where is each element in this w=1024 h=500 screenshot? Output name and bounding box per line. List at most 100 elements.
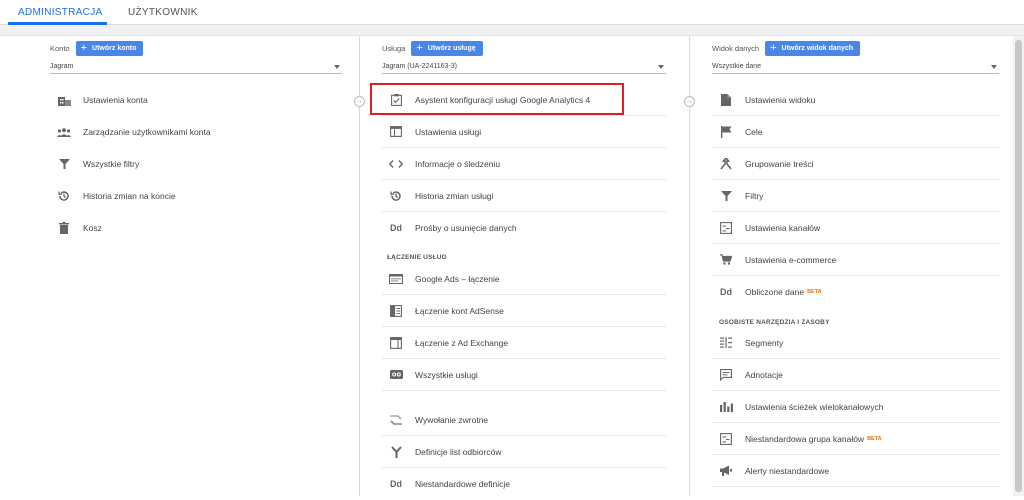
services-icon xyxy=(389,368,403,382)
building-icon xyxy=(57,93,71,107)
property-item-deletion-requests[interactable]: Dd Prośby o usunięcie danych xyxy=(382,212,666,244)
property-item-tracking[interactable]: Informacje o śledzeniu xyxy=(382,148,666,180)
property-item-label: Informacje o śledzeniu xyxy=(415,158,501,169)
users-icon xyxy=(57,125,71,139)
create-property-button[interactable]: + Utwórz usługę xyxy=(411,40,483,56)
view-item-content-grouping[interactable]: Grupowanie treści xyxy=(712,148,999,180)
account-item-settings[interactable]: Ustawienia konta xyxy=(50,84,342,116)
property-item-adsense[interactable]: Łączenie kont AdSense xyxy=(382,295,666,327)
view-item-filters[interactable]: Filtry xyxy=(712,180,999,212)
account-label: Konto xyxy=(50,43,70,53)
property-item-settings[interactable]: Ustawienia usługi xyxy=(382,116,666,148)
channels-icon xyxy=(719,221,733,235)
view-item-multichannel[interactable]: Ustawienia ścieżek wielokanałowych xyxy=(712,391,999,423)
account-item-label: Wszystkie filtry xyxy=(83,159,140,169)
view-item-label: Ustawienia ścieżek wielokanałowych xyxy=(745,401,884,412)
view-item-label: Grupowanie treści xyxy=(745,158,814,169)
property-item-label: Google Ads – łączenie xyxy=(415,273,500,284)
property-item-google-ads[interactable]: Google Ads – łączenie xyxy=(382,263,666,295)
postback-icon xyxy=(389,413,403,427)
ads-icon xyxy=(389,272,403,286)
property-item-label: Prośby o usunięcie danych xyxy=(415,223,517,233)
view-item-label: Ustawienia widoku xyxy=(745,94,816,105)
view-select[interactable]: Wszystkie dane xyxy=(712,60,999,74)
filter-icon xyxy=(719,189,733,203)
history-icon xyxy=(57,189,71,203)
view-item-calculated-metrics[interactable]: Dd Obliczone dane BETA xyxy=(712,276,999,308)
account-item-history[interactable]: Historia zmian na koncie xyxy=(50,180,342,212)
chevron-down-icon xyxy=(991,65,997,69)
view-item-settings[interactable]: Ustawienia widoku xyxy=(712,84,999,116)
dd-icon: Dd xyxy=(390,223,402,233)
account-item-users[interactable]: Zarządzanie użytkownikami konta xyxy=(50,116,342,148)
history-icon xyxy=(389,189,403,203)
beta-badge: BETA xyxy=(867,435,882,442)
property-item-label: Historia zmian usługi xyxy=(415,190,494,201)
cart-icon xyxy=(719,253,733,267)
filter-icon xyxy=(57,157,71,171)
grouping-icon xyxy=(719,157,733,171)
view-item-custom-alerts[interactable]: Alerty niestandardowe xyxy=(712,455,999,487)
property-item-label: Łączenie z Ad Exchange xyxy=(415,337,509,348)
property-item-history[interactable]: Historia zmian usługi xyxy=(382,180,666,212)
view-item-segments[interactable]: Segmenty xyxy=(712,327,999,359)
view-item-annotations[interactable]: Adnotacje xyxy=(712,359,999,391)
create-view-button[interactable]: + Utwórz widok danych xyxy=(765,40,861,56)
arrow-right-icon: → xyxy=(354,96,365,107)
view-label: Widok danych xyxy=(712,43,760,53)
tab-administracja[interactable]: ADMINISTRACJA xyxy=(18,7,102,18)
property-item-ad-exchange[interactable]: Łączenie z Ad Exchange xyxy=(382,327,666,359)
document-icon xyxy=(719,93,733,107)
account-item-label: Kosz xyxy=(83,223,102,233)
property-select-value: Jagram (UA-2241163-3) xyxy=(382,63,457,70)
account-select-value: Jagram xyxy=(50,63,74,70)
view-item-label: Obliczone dane xyxy=(745,287,805,297)
beta-badge: BETA xyxy=(807,289,822,295)
account-column: Konto + Utwórz konto Jagram Ustawienia k… xyxy=(50,36,342,496)
account-select[interactable]: Jagram xyxy=(50,60,342,74)
megaphone-icon xyxy=(719,464,733,478)
code-icon xyxy=(389,157,403,171)
view-column: Widok danych + Utwórz widok danych Wszys… xyxy=(712,36,999,496)
view-item-label: Niestandardowa grupa kanałów xyxy=(745,433,865,444)
tab-uzytkownik[interactable]: UŻYTKOWNIK xyxy=(128,7,198,18)
property-item-label: Definicje list odbiorców xyxy=(415,446,502,457)
segments-icon xyxy=(719,336,733,350)
view-item-channels[interactable]: Ustawienia kanałów xyxy=(712,212,999,244)
view-item-label: Cele xyxy=(745,126,763,137)
top-tabs: ADMINISTRACJA UŻYTKOWNIK xyxy=(0,0,1024,25)
account-item-label: Ustawienia konta xyxy=(83,95,148,105)
flag-icon xyxy=(719,125,733,139)
account-header: Konto + Utwórz konto xyxy=(50,40,144,56)
property-item-custom-definitions[interactable]: Dd Niestandardowe definicje xyxy=(382,468,666,500)
section-title: OSOBISTE NARZĘDZIA I ZASOBY xyxy=(719,319,830,326)
annotation-icon xyxy=(719,368,733,382)
view-header: Widok danych + Utwórz widok danych xyxy=(712,40,861,56)
trash-icon xyxy=(57,221,71,235)
view-item-ecommerce[interactable]: Ustawienia e-commerce xyxy=(712,244,999,276)
bars-icon xyxy=(719,400,733,414)
property-item-audience[interactable]: Definicje list odbiorców xyxy=(382,436,666,468)
arrow-right-icon: → xyxy=(684,96,695,107)
dd-icon: Dd xyxy=(720,287,732,297)
create-account-button[interactable]: + Utwórz konto xyxy=(75,40,144,56)
scrollbar-thumb[interactable] xyxy=(1015,40,1022,492)
window-icon xyxy=(389,125,403,139)
account-item-trash[interactable]: Kosz xyxy=(50,212,342,244)
property-item-postback[interactable]: Wywołanie zwrotne xyxy=(382,404,666,436)
plus-icon: + xyxy=(416,41,423,54)
create-account-label: Utwórz konto xyxy=(92,44,137,52)
property-select[interactable]: Jagram (UA-2241163-3) xyxy=(382,60,666,74)
account-item-label: Historia zmian na koncie xyxy=(83,191,176,201)
account-item-filters[interactable]: Wszystkie filtry xyxy=(50,148,342,180)
property-item-label: Wywołanie zwrotne xyxy=(415,414,489,425)
scrollbar[interactable] xyxy=(1013,36,1024,496)
view-item-label: Adnotacje xyxy=(745,369,783,380)
view-item-label: Ustawienia kanałów xyxy=(745,222,821,233)
property-item-all-services[interactable]: Wszystkie usługi xyxy=(382,359,666,391)
view-item-label: Alerty niestandardowe xyxy=(745,465,830,476)
view-item-goals[interactable]: Cele xyxy=(712,116,999,148)
audience-icon xyxy=(389,445,403,459)
view-item-custom-channel-group[interactable]: Niestandardowa grupa kanałów BETA xyxy=(712,423,999,455)
create-view-label: Utwórz widok danych xyxy=(781,44,854,52)
